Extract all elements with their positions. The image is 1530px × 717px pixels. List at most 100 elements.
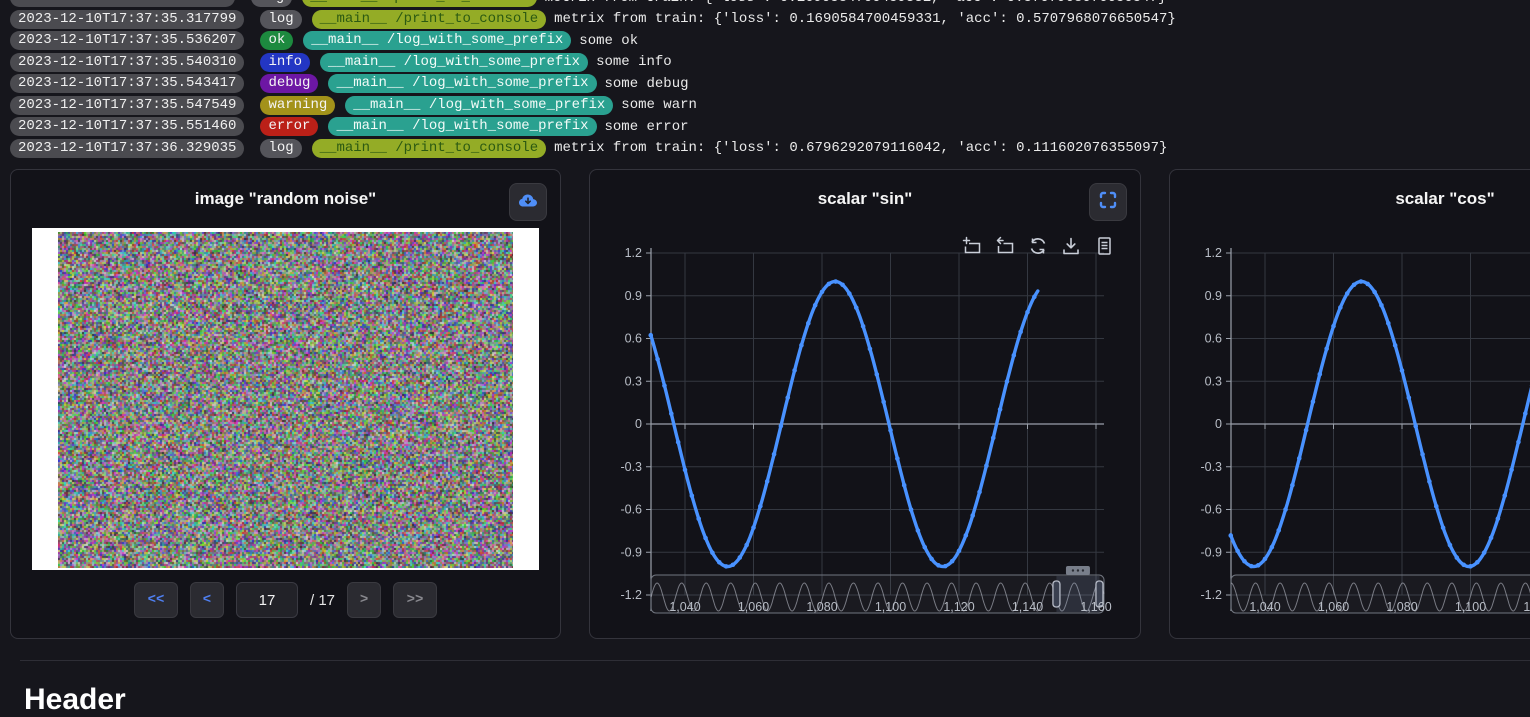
download-image-button[interactable] [509,183,547,221]
zoom-select-icon[interactable] [962,236,982,256]
next-page-button[interactable]: > [347,582,381,618]
last-page-button[interactable]: >> [393,582,437,618]
data-point [964,533,969,538]
y-axis-label: -0.3 [620,460,642,474]
data-point [710,550,715,555]
data-point [1427,479,1432,484]
widget-cards-row: image "random noise" << < / 17 > >> [0,169,1530,639]
data-point [922,545,927,550]
data-point [1324,346,1329,351]
y-axis-label: -0.6 [1200,503,1222,517]
timestamp-badge: 2023-12-10T17:37:36.329035 [10,139,244,158]
page-number-input[interactable] [236,582,298,618]
restore-icon[interactable] [1028,236,1048,256]
data-point [827,282,832,287]
y-axis-label: 0.6 [1205,332,1222,346]
log-row: 2023-12-10T17:37:35.547549 warning __mai… [10,95,1530,117]
data-point [998,407,1003,412]
log-row: log __main__ /print_to_console metrix fr… [10,0,1530,9]
random-noise-image [58,232,513,568]
data-point [977,490,982,495]
data-point [744,543,749,548]
data-point [717,560,722,565]
x-axis-label: 1,040 [1249,600,1280,614]
data-point [1393,343,1398,348]
data-point [696,516,701,521]
y-axis-label: -1.2 [620,588,642,602]
data-point [833,279,838,284]
log-message: metrix from train: {'loss': 0.1690584700… [554,11,1176,27]
data-point [936,563,941,568]
data-point [1372,290,1377,295]
log-console: log __main__ /print_to_console metrix fr… [0,0,1530,159]
log-row: 2023-12-10T17:37:35.543417 debug __main_… [10,73,1530,95]
data-point [984,463,989,468]
log-row: 2023-12-10T17:37:36.329035 log __main__ … [10,138,1530,160]
data-point [916,528,921,533]
data-point [785,395,790,400]
data-point [1249,564,1254,569]
chart-toolbar [962,236,1114,256]
logger-prefix-badge: __main__ /print_to_console [312,10,546,29]
log-message: some error [605,119,689,135]
data-point [1283,507,1288,512]
prev-page-button[interactable]: < [190,582,224,618]
data-point [929,557,934,562]
x-axis-label: 1,080 [1386,600,1417,614]
x-axis-label: 1,160 [1080,600,1111,614]
data-point [731,562,736,567]
data-point [1461,562,1466,567]
card-title: image "random noise" [195,189,376,209]
card-header: scalar "cos" [1170,170,1530,228]
card-header: image "random noise" [11,170,560,228]
data-point [1032,295,1037,300]
data-point [779,424,784,429]
data-point [840,282,845,287]
data-point [1270,545,1275,550]
y-axis-label: 0 [1215,417,1222,431]
log-message: some ok [579,33,638,49]
fullscreen-expand-button[interactable] [1089,183,1127,221]
first-page-button[interactable]: << [134,582,178,618]
data-point [1331,324,1336,329]
timestamp-badge [10,0,235,7]
level-badge: warning [260,96,335,115]
data-point [888,428,893,433]
data-point [1523,411,1528,416]
x-axis-label: 1,100 [1455,600,1486,614]
data-point [1235,549,1240,554]
data-point [1018,330,1023,335]
data-point [1441,525,1446,530]
data-point [1005,379,1010,384]
log-row: 2023-12-10T17:37:35.540310 info __main__… [10,52,1530,74]
data-point [1386,321,1391,326]
page-total-label: / 17 [310,592,335,609]
data-point [724,564,729,569]
data-point [1516,440,1521,445]
level-badge: error [260,117,318,136]
scalar-sin-chart-card: scalar "sin" [589,169,1141,639]
zoom-reset-icon[interactable] [995,236,1015,256]
cos-line-chart[interactable]: 1.20.90.60.30-0.3-0.6-0.9-1.21,0401,0601… [1170,230,1530,630]
card-title: scalar "cos" [1395,189,1494,209]
card-header: scalar "sin" [590,170,1140,228]
log-row: 2023-12-10T17:37:35.317799 log __main__ … [10,9,1530,31]
save-image-icon[interactable] [1061,236,1081,256]
data-point [1468,564,1473,569]
data-point [1256,563,1261,568]
data-point [758,504,763,509]
logger-prefix-badge: __main__ /log_with_some_prefix [328,74,596,93]
x-axis-label: 1,060 [1318,600,1349,614]
data-point [806,321,811,326]
sin-line-chart[interactable]: 1.20.90.60.30-0.3-0.6-0.9-1.21,0401,0601… [590,230,1142,630]
y-axis-label: -1.2 [1200,588,1222,602]
y-axis-label: 0.9 [1205,289,1222,303]
data-view-icon[interactable] [1094,236,1114,256]
logger-prefix-badge: __main__ /log_with_some_prefix [320,53,588,72]
data-point [1304,428,1309,433]
level-badge: log [260,10,301,29]
logger-prefix-badge: __main__ /print_to_console [302,0,536,7]
datazoom-handle[interactable] [1053,581,1060,607]
x-axis-label: 1,120 [1523,600,1530,614]
data-point [1297,456,1302,461]
